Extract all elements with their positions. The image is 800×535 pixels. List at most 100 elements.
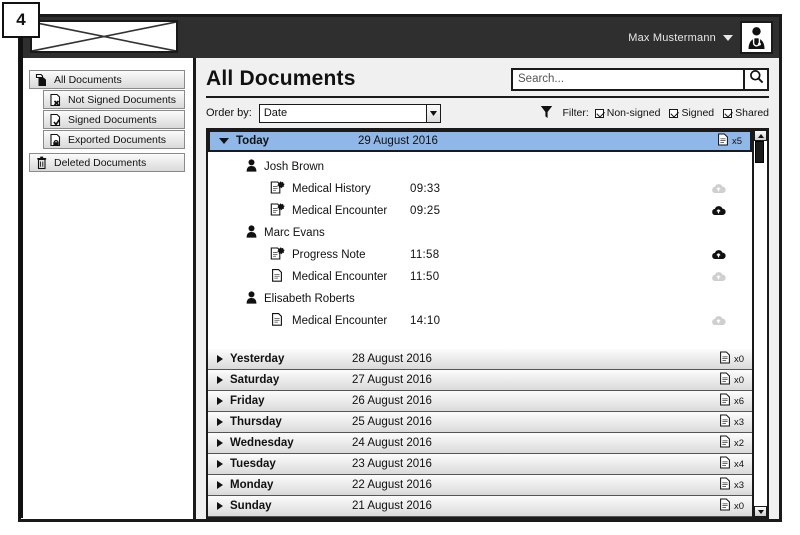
patient-row[interactable]: Marc Evans	[208, 222, 752, 244]
scrollbar-track[interactable]	[754, 141, 767, 506]
sidebar-item-signed-documents[interactable]: Signed Documents	[43, 110, 185, 129]
filter-checkbox-non-signed[interactable]: Non-signed	[594, 107, 661, 119]
document-icon	[719, 351, 731, 367]
document-row[interactable]: Medical Encounter 11:50	[208, 266, 752, 288]
document-x-icon	[49, 93, 62, 107]
day-count-label: x3	[733, 479, 744, 491]
document-name-label: Medical History	[292, 183, 371, 195]
checkbox-icon[interactable]	[723, 108, 733, 118]
search-button[interactable]	[743, 67, 769, 91]
document-row[interactable]: Medical Encounter 14:10	[208, 310, 752, 332]
day-header-saturday[interactable]: Saturday 27 August 2016 x0	[208, 370, 752, 391]
day-name-label: Sunday	[230, 500, 272, 512]
chevron-down-icon[interactable]	[219, 138, 229, 144]
patient-row[interactable]: Elisabeth Roberts	[208, 288, 752, 310]
chevron-right-icon[interactable]	[217, 460, 223, 468]
chevron-right-icon[interactable]	[217, 397, 223, 405]
cloud-upload-icon[interactable]	[711, 314, 726, 329]
document-signed-icon	[270, 202, 285, 220]
day-date-label: 25 August 2016	[352, 416, 432, 428]
filter-checkbox-shared[interactable]: Shared	[723, 107, 769, 119]
chevron-right-icon[interactable]	[217, 481, 223, 489]
day-count-label: x5	[731, 135, 742, 147]
document-time-label: 11:50	[410, 271, 440, 283]
day-document-count: x6	[719, 391, 744, 411]
document-time-label: 09:25	[410, 205, 441, 217]
cloud-upload-icon[interactable]	[711, 270, 726, 285]
document-icon	[719, 435, 731, 451]
sidebar-item-label: Signed Documents	[68, 113, 157, 126]
document-row[interactable]: Progress Note 11:58	[208, 244, 752, 266]
document-signed-icon	[270, 246, 285, 264]
cloud-upload-icon[interactable]	[711, 248, 726, 263]
day-header-tuesday[interactable]: Tuesday 23 August 2016 x4	[208, 454, 752, 475]
patient-name-label: Josh Brown	[264, 161, 325, 173]
day-document-count: x5	[717, 132, 742, 150]
chevron-down-icon[interactable]	[425, 104, 440, 122]
filter-option-label: Shared	[735, 107, 769, 119]
sidebar-item-not-signed-documents[interactable]: Not Signed Documents	[43, 90, 185, 109]
day-header-wednesday[interactable]: Wednesday 24 August 2016 x2	[208, 433, 752, 454]
scroll-down-button[interactable]	[754, 506, 767, 517]
sidebar-item-deleted-documents[interactable]: Deleted Documents	[29, 153, 185, 172]
order-by-group: Order by: Date	[206, 103, 441, 123]
chevron-right-icon[interactable]	[217, 439, 223, 447]
document-name-label: Medical Encounter	[292, 205, 388, 217]
controls-row: Order by: Date Filter: Non-signed Signed…	[206, 98, 769, 128]
day-count-label: x0	[733, 374, 744, 386]
vertical-scrollbar[interactable]	[752, 130, 767, 517]
day-header-sunday[interactable]: Sunday 21 August 2016 x0	[208, 496, 752, 517]
day-document-count: x3	[719, 475, 744, 495]
patient-name-label: Marc Evans	[264, 227, 325, 239]
cloud-upload-icon[interactable]	[711, 204, 726, 219]
document-icon	[717, 133, 729, 149]
patient-row[interactable]: Josh Brown	[208, 156, 752, 178]
scroll-up-button[interactable]	[754, 130, 767, 141]
day-date-label: 27 August 2016	[352, 374, 432, 386]
day-document-count: x2	[719, 433, 744, 453]
day-name-label: Saturday	[230, 374, 280, 386]
filter-checkbox-signed[interactable]: Signed	[669, 107, 714, 119]
search-bar	[511, 67, 769, 91]
document-list: Today 29 August 2016 x5 Josh Brown Medica…	[208, 130, 752, 517]
day-date-label: 29 August 2016	[358, 135, 438, 147]
chevron-right-icon[interactable]	[217, 355, 223, 363]
checkbox-icon[interactable]	[594, 108, 604, 118]
top-bar: Max Mustermann	[21, 17, 779, 58]
day-body-today: Josh Brown Medical History 09:33 Medical …	[208, 152, 752, 349]
order-by-select[interactable]: Date	[258, 103, 441, 123]
sidebar-item-exported-documents[interactable]: Exported Documents	[43, 130, 185, 149]
day-count-label: x4	[733, 458, 744, 470]
chevron-down-icon[interactable]	[723, 34, 733, 41]
chevron-right-icon[interactable]	[217, 418, 223, 426]
day-header-thursday[interactable]: Thursday 25 August 2016 x3	[208, 412, 752, 433]
search-input[interactable]	[511, 67, 743, 91]
day-name-label: Wednesday	[230, 437, 294, 449]
sidebar-item-all-documents[interactable]: All Documents	[29, 70, 185, 89]
sidebar-nav: All Documents Not Signed Documents Signe…	[21, 58, 196, 519]
scroll-down-icon	[757, 509, 764, 514]
checkbox-icon[interactable]	[669, 108, 679, 118]
chevron-right-icon[interactable]	[217, 502, 223, 510]
day-header-today[interactable]: Today 29 August 2016 x5	[208, 130, 752, 152]
doctor-avatar-icon[interactable]	[740, 21, 773, 54]
document-row[interactable]: Medical History 09:33	[208, 178, 752, 200]
day-date-label: 24 August 2016	[352, 437, 432, 449]
user-menu[interactable]: Max Mustermann	[628, 17, 773, 58]
document-time-label: 09:33	[410, 183, 441, 195]
document-icon	[719, 456, 731, 472]
sidebar-item-label: Deleted Documents	[54, 156, 147, 169]
day-count-label: x3	[733, 416, 744, 428]
day-count-label: x0	[733, 500, 744, 512]
chevron-right-icon[interactable]	[217, 376, 223, 384]
document-row[interactable]: Medical Encounter 09:25	[208, 200, 752, 222]
person-icon	[246, 159, 257, 175]
app-window: Max Mustermann All Documents Not Signed …	[18, 14, 782, 522]
sidebar-item-label: Exported Documents	[68, 133, 167, 146]
cloud-upload-icon[interactable]	[711, 182, 726, 197]
day-header-friday[interactable]: Friday 26 August 2016 x6	[208, 391, 752, 412]
day-header-yesterday[interactable]: Yesterday 28 August 2016 x0	[208, 349, 752, 370]
scrollbar-thumb[interactable]	[755, 141, 764, 163]
day-header-monday[interactable]: Monday 22 August 2016 x3	[208, 475, 752, 496]
filter-option-label: Non-signed	[606, 107, 661, 119]
